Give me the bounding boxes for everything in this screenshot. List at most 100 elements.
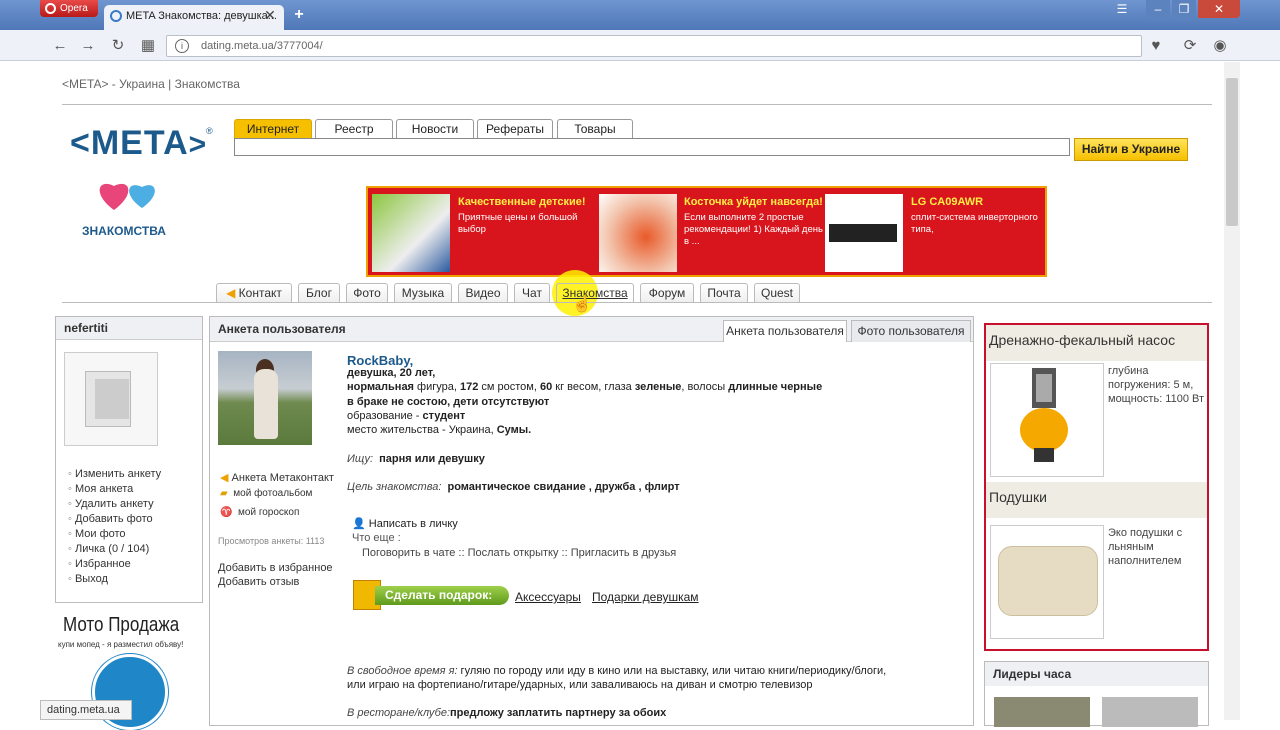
- gift-link-accessories[interactable]: Аксессуары: [515, 590, 581, 604]
- site-info-icon[interactable]: i: [175, 39, 189, 53]
- gift-link-girls[interactable]: Подарки девушкам: [592, 590, 699, 604]
- tab-close-icon[interactable]: ✕: [262, 5, 278, 25]
- add-to-favorites-link[interactable]: Добавить в избранное: [218, 562, 333, 574]
- address-bar[interactable]: i dating.meta.ua/3777004/: [166, 35, 1142, 57]
- tab-profile[interactable]: Анкета пользователя: [723, 320, 847, 342]
- sidebar-username: nefertiti: [56, 317, 202, 340]
- profile-family: в браке не состою, дети отсутствуют: [347, 396, 550, 408]
- nav-tab-video[interactable]: Видео: [458, 283, 508, 303]
- nav-tab-dating[interactable]: Знакомства: [556, 283, 634, 303]
- meta-logo[interactable]: <META>: [70, 124, 207, 163]
- link-photo-album[interactable]: ▰ мой фотоальбом: [220, 488, 312, 499]
- nav-tab-music[interactable]: Музыка: [394, 283, 452, 303]
- avatar-placeholder[interactable]: [64, 352, 158, 446]
- search-input[interactable]: [234, 138, 1070, 156]
- logo-bracket: >: [188, 128, 208, 161]
- link-label: мой фотоальбом: [233, 488, 313, 499]
- banner-image-ac[interactable]: [825, 194, 903, 272]
- nav-tab-blog[interactable]: Блог: [298, 283, 340, 303]
- nav-tab-photo[interactable]: Фото: [346, 283, 388, 303]
- logo-text: <META: [70, 124, 189, 162]
- browser-tab[interactable]: META Знакомства: девушка...: [104, 5, 284, 30]
- leader-photo[interactable]: [1102, 697, 1198, 727]
- menu-add-photo[interactable]: Добавить фото: [68, 513, 153, 525]
- write-pm-label: Написать в личку: [368, 518, 458, 530]
- menu-edit-profile[interactable]: Изменить анкету: [68, 468, 161, 480]
- profile-views: Просмотров анкеты: 1113: [218, 536, 325, 546]
- menu-favorites[interactable]: Избранное: [68, 558, 131, 570]
- ad-banner[interactable]: Качественные детские! Приятные цены и бо…: [366, 186, 1047, 277]
- leader-photo[interactable]: [994, 697, 1090, 727]
- favicon-icon: [110, 10, 122, 22]
- free-time-line2: или играю на фортепиано/гитаре/ударных, …: [347, 679, 813, 691]
- maximize-button[interactable]: ❐: [1172, 0, 1196, 18]
- profile-name[interactable]: RockBaby,: [347, 353, 413, 368]
- reload-icon[interactable]: ↻: [108, 36, 128, 56]
- banner-title[interactable]: Косточка уйдет навсегда!: [684, 196, 824, 208]
- divider: [62, 104, 1212, 105]
- link-horoscope[interactable]: ♈ мой гороскоп: [220, 507, 299, 518]
- nav-divider: [62, 302, 1212, 303]
- profile-gender-age: девушка, 20 лет,: [347, 367, 436, 379]
- forward-icon[interactable]: →: [78, 36, 98, 56]
- leaders-title: Лидеры часа: [985, 662, 1208, 686]
- update-icon[interactable]: ⟳: [1180, 36, 1200, 56]
- ad2-title[interactable]: Подушки: [986, 482, 1207, 518]
- banner-image-foot[interactable]: [599, 194, 677, 272]
- search-tab-news[interactable]: Новости: [396, 119, 474, 138]
- album-icon: ▰: [220, 488, 228, 499]
- menu-my-profile[interactable]: Моя анкета: [68, 483, 133, 495]
- banner-title[interactable]: Качественные детские!: [458, 196, 598, 208]
- pump-image-icon[interactable]: [1018, 368, 1070, 464]
- scrollbar-thumb[interactable]: [1226, 78, 1238, 226]
- moto-ad-title[interactable]: Мото Продажа: [63, 614, 179, 637]
- search-tab-registry[interactable]: Реестр: [315, 119, 393, 138]
- search-tab-goods[interactable]: Товары: [557, 119, 633, 138]
- search-tab-essays[interactable]: Рефераты: [477, 119, 553, 138]
- nav-tab-chat[interactable]: Чат: [514, 283, 550, 303]
- metacontact-icon: ◀: [220, 472, 229, 484]
- add-review-link[interactable]: Добавить отзыв: [218, 576, 299, 588]
- search-button[interactable]: Найти в Украине: [1074, 138, 1188, 161]
- link-label: мой гороскоп: [238, 507, 300, 518]
- nav-tab-quest[interactable]: Quest: [754, 283, 800, 303]
- profile-panel-title: Анкета пользователя: [218, 322, 346, 336]
- account-icon[interactable]: ◉: [1210, 36, 1230, 56]
- close-window-button[interactable]: ✕: [1198, 0, 1240, 18]
- write-pm-link[interactable]: 👤 Написать в личку: [352, 517, 458, 530]
- tab-user-photos[interactable]: Фото пользователя: [851, 320, 971, 342]
- window-menu-icon[interactable]: ☰: [1112, 0, 1132, 18]
- pillow-image[interactable]: [998, 546, 1098, 616]
- banner-text[interactable]: сплит-система инверторного типа,: [911, 212, 1051, 236]
- banner-image-furniture[interactable]: [372, 194, 450, 272]
- ad2-text[interactable]: Эко подушки с льняным наполнителем: [1108, 526, 1206, 568]
- speed-dial-icon[interactable]: ▦: [138, 36, 158, 56]
- nav-tab-contact[interactable]: ◀ Контакт: [216, 283, 292, 303]
- menu-private-messages[interactable]: Личка (0 / 104): [68, 543, 149, 555]
- minimize-button[interactable]: –: [1146, 0, 1170, 18]
- user-photo[interactable]: [218, 351, 312, 445]
- link-metacontact[interactable]: ◀ Анкета Метаконтакт: [220, 471, 334, 484]
- hearts-logo-icon: [99, 183, 155, 210]
- nav-tab-mail[interactable]: Почта: [700, 283, 748, 303]
- gift-button[interactable]: Сделать подарок:: [353, 580, 509, 610]
- opera-menu-button[interactable]: Opera: [40, 0, 98, 17]
- banner-text[interactable]: Если выполните 2 простые рекомендации! 1…: [684, 212, 824, 248]
- search-tab-internet[interactable]: Интернет: [234, 119, 312, 138]
- opera-icon: [45, 3, 56, 14]
- banner-text[interactable]: Приятные цены и большой выбор: [458, 212, 598, 236]
- menu-my-photos[interactable]: Мои фото: [68, 528, 126, 540]
- menu-logout[interactable]: Выход: [68, 573, 108, 585]
- moto-ad-subtitle[interactable]: купи мопед - я разместил объяву!: [58, 640, 183, 649]
- banner-title[interactable]: LG CA09AWR: [911, 196, 1051, 208]
- free-time-line1: В свободное время я: гуляю по городу или…: [347, 665, 887, 677]
- menu-delete-profile[interactable]: Удалить анкету: [68, 498, 154, 510]
- new-tab-button[interactable]: +: [290, 6, 308, 24]
- ad1-title[interactable]: Дренажно-фекальный насос: [986, 325, 1207, 361]
- bookmark-heart-icon[interactable]: ♥: [1146, 36, 1166, 56]
- section-label: ЗНАКОМСТВА: [82, 224, 166, 238]
- back-icon[interactable]: ←: [50, 36, 70, 56]
- nav-tab-forum[interactable]: Форум: [640, 283, 694, 303]
- ad1-text[interactable]: глубина погружения: 5 м, мощность: 1100 …: [1108, 364, 1206, 406]
- profile-actions[interactable]: Поговорить в чате :: Послать открытку ::…: [362, 547, 676, 559]
